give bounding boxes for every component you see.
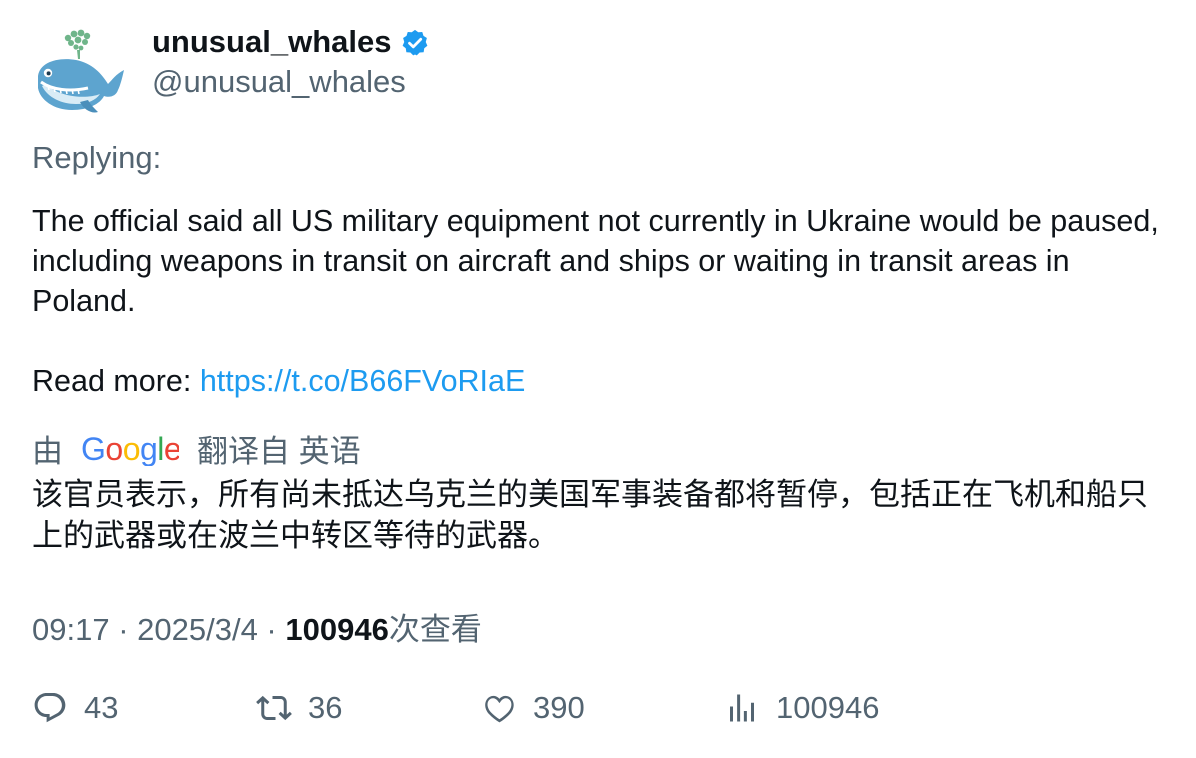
heart-icon xyxy=(485,695,514,723)
tweet-body: The official said all US military equipm… xyxy=(32,201,1172,401)
action-bar: 43 36 390 100946 xyxy=(32,690,1172,734)
reply-button[interactable]: 43 xyxy=(32,690,118,726)
translated-from-label: 翻译自 英语 xyxy=(197,434,361,469)
translated-by-row: 由 Google 翻译自 英语 xyxy=(32,426,361,471)
svg-text:Google: Google xyxy=(81,432,179,466)
display-name-row: unusual_whales xyxy=(152,22,430,62)
read-more-line: Read more: https://t.co/B66FVoRIaE xyxy=(32,361,1172,401)
display-name[interactable]: unusual_whales xyxy=(152,24,391,60)
like-button[interactable]: 390 xyxy=(481,690,585,726)
tweet-date[interactable]: 2025/3/4 xyxy=(137,612,258,647)
google-logo-icon: Google xyxy=(81,432,179,466)
views-button[interactable]: 100946 xyxy=(724,690,879,726)
tweet-header: unusual_whales @unusual_whales xyxy=(32,22,430,120)
retweet-count: 36 xyxy=(308,690,343,725)
tweet-meta: 09:17 · 2025/3/4 · 100946次查看 xyxy=(32,604,482,649)
tweet-time[interactable]: 09:17 xyxy=(32,612,110,647)
like-count: 390 xyxy=(533,690,585,725)
views-action-count: 100946 xyxy=(776,690,880,725)
reply-count: 43 xyxy=(84,690,119,725)
views-bar-chart-icon xyxy=(730,694,754,722)
retweet-button[interactable]: 36 xyxy=(256,690,342,726)
verified-badge-icon xyxy=(403,29,428,56)
translated-by-label: 由 xyxy=(32,434,63,469)
meta-separator: · xyxy=(257,612,286,647)
read-more-label: Read more: xyxy=(32,364,200,398)
views-label: 次查看 xyxy=(388,612,482,647)
retweet-icon xyxy=(256,695,292,721)
tweet-link[interactable]: https://t.co/B66FVoRIaE xyxy=(200,364,526,398)
translated-text: 该官员表示，所有尚未抵达乌克兰的美国军事装备都将暂停，包括正在飞机和船只上的武器… xyxy=(32,477,1148,553)
tweet-text: The official said all US military equipm… xyxy=(32,204,1159,318)
author-handle[interactable]: @unusual_whales xyxy=(152,62,430,102)
whale-avatar[interactable] xyxy=(32,24,128,120)
reply-icon xyxy=(34,693,66,723)
author-names: unusual_whales @unusual_whales xyxy=(152,22,430,102)
replying-label: Replying: xyxy=(32,140,162,175)
meta-separator: · xyxy=(109,612,138,647)
views-count: 100946 xyxy=(285,612,389,647)
